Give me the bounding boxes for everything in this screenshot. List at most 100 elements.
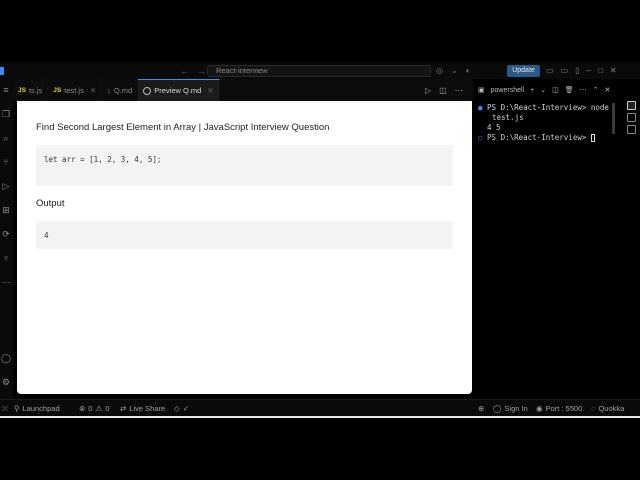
toggle-sidebar-icon[interactable]: ▯ bbox=[575, 66, 579, 75]
split-terminal-icon[interactable]: ◫ bbox=[552, 86, 559, 94]
tab-ts-js[interactable]: JS ts.js bbox=[13, 79, 49, 101]
rocket-icon: ⚲ bbox=[14, 404, 20, 413]
check-icon: ✓ bbox=[182, 404, 190, 413]
tab-q-md[interactable]: ↓ Q.md bbox=[102, 79, 139, 101]
live-share-label: Live Share bbox=[129, 404, 166, 413]
menu-icon[interactable]: ≡ bbox=[1, 85, 11, 95]
editor-actions: ▷ ◫ ⋯ bbox=[425, 79, 463, 101]
new-terminal-icon[interactable]: + bbox=[530, 87, 534, 94]
launchpad-label: Launchpad bbox=[22, 404, 60, 413]
preview-icon bbox=[143, 86, 152, 95]
update-button[interactable]: Update bbox=[507, 65, 540, 77]
chevron-up-icon[interactable]: ⌃ bbox=[593, 86, 599, 94]
problems-item[interactable]: ⊗ 0 ⚠ 0 bbox=[79, 400, 109, 417]
explorer-icon[interactable]: ❐ bbox=[1, 109, 11, 119]
app-logo bbox=[0, 62, 6, 79]
extensions-icon[interactable]: ⊞ bbox=[1, 205, 11, 215]
editor-tab-bar: JS ts.js JS test.js ✕ ↓ Q.md Preview Q.m… bbox=[13, 79, 473, 101]
close-icon[interactable]: ✕ bbox=[207, 86, 213, 95]
layout-controls: ▭ ▭ ▯ – □ ✕ bbox=[546, 62, 617, 79]
copilot-status-item[interactable]: ◇ ✓ bbox=[174, 400, 189, 417]
close-window-icon[interactable]: ✕ bbox=[610, 66, 617, 75]
zoom-item[interactable]: ⊕ bbox=[478, 400, 484, 417]
quokka-label: Quokka bbox=[598, 404, 625, 413]
zoom-icon: ⊕ bbox=[478, 404, 485, 413]
output-block: 4 bbox=[36, 221, 453, 249]
terminal-icon: ▣ bbox=[478, 87, 485, 94]
status-bar: ⤫ ⚲ Launchpad ⊗ 0 ⚠ 0 ⇄ Live Share ◇ ✓ ⊕… bbox=[0, 399, 640, 416]
chevron-down-icon[interactable]: ⌄ bbox=[451, 66, 458, 75]
toggle-panel-icon[interactable]: ▭ bbox=[561, 66, 569, 75]
tab-test-js[interactable]: JS test.js ✕ bbox=[48, 79, 103, 101]
letterbox-top bbox=[0, 0, 640, 62]
tab-preview-q-md[interactable]: Preview Q.md ✕ bbox=[138, 79, 220, 101]
terminal-instance-icon[interactable] bbox=[626, 125, 636, 134]
terminal-output[interactable]: ● PS D:\React-Interview> node test.js 4 … bbox=[478, 103, 620, 393]
warning-count: 0 bbox=[105, 404, 110, 413]
forward-arrow-icon[interactable]: → bbox=[197, 66, 206, 76]
accounts-icon[interactable]: ◐ bbox=[466, 66, 471, 75]
terminal-scrollbar[interactable] bbox=[612, 103, 615, 134]
error-icon: ⊗ bbox=[79, 404, 86, 413]
warning-icon: ⚠ bbox=[95, 404, 103, 413]
launchpad-item[interactable]: ⚲ Launchpad bbox=[14, 400, 60, 417]
terminal-list bbox=[622, 101, 640, 141]
port-label: Port : 5500 bbox=[545, 404, 583, 413]
code-block: let arr = [1, 2, 3, 4, 5]; bbox=[36, 145, 453, 186]
chevron-down-icon[interactable]: ⌄ bbox=[540, 86, 546, 94]
remote-indicator[interactable]: ⤫ bbox=[2, 400, 8, 417]
terminal-shell-name[interactable]: powershell bbox=[491, 87, 524, 94]
more-icon[interactable]: ⋯ bbox=[1, 277, 11, 287]
live-share-item[interactable]: ⇄ Live Share bbox=[120, 400, 165, 417]
tab-label: test.js bbox=[64, 85, 84, 95]
account-icon[interactable]: ◯ bbox=[1, 353, 11, 363]
live-share-icon: ⇄ bbox=[120, 404, 127, 413]
minimize-icon[interactable]: – bbox=[587, 66, 591, 75]
titlebar-icons: ◎ ⌄ ◐ bbox=[436, 62, 471, 79]
more-actions-icon[interactable]: ⋯ bbox=[455, 86, 463, 95]
trash-icon[interactable]: 🗑 bbox=[565, 86, 574, 94]
title-bar: ← → React-interview ◎ ⌄ ◐ Update ▭ ▭ ▯ –… bbox=[0, 62, 640, 79]
error-count: 0 bbox=[88, 404, 93, 413]
account-icon: ◯ bbox=[493, 404, 502, 413]
maximize-icon[interactable]: □ bbox=[598, 66, 603, 75]
remote-icon: ⤫ bbox=[2, 403, 8, 413]
js-file-icon: JS bbox=[18, 86, 26, 94]
preview-title: Find Second Largest Element in Array | J… bbox=[36, 122, 330, 133]
run-debug-icon[interactable]: ▷ bbox=[1, 181, 11, 191]
copilot-icon[interactable]: ◎ bbox=[436, 66, 443, 75]
close-icon[interactable]: ✕ bbox=[90, 86, 96, 95]
terminal-instance-icon[interactable] bbox=[626, 101, 636, 110]
broadcast-icon: ◉ bbox=[536, 404, 543, 413]
tab-label: Q.md bbox=[113, 85, 133, 95]
tab-label: Preview Q.md bbox=[154, 86, 202, 95]
run-icon[interactable]: ▷ bbox=[425, 86, 431, 95]
code-text: let arr = [1, 2, 3, 4, 5]; bbox=[44, 155, 162, 164]
output-heading: Output bbox=[36, 198, 65, 209]
remote-icon[interactable]: ⟳ bbox=[1, 229, 11, 239]
quokka-item[interactable]: ◌ Quokka bbox=[591, 400, 624, 417]
letterbox-bottom bbox=[0, 418, 640, 480]
quokka-icon: ◌ bbox=[591, 404, 596, 413]
layout-icon[interactable]: ▭ bbox=[546, 66, 554, 75]
search-icon[interactable]: ⌕ bbox=[1, 133, 11, 143]
source-control-icon[interactable]: ⑂ bbox=[1, 157, 11, 167]
split-editor-icon[interactable]: ◫ bbox=[439, 86, 447, 95]
terminal-line: ● PS D:\React-Interview> node bbox=[478, 103, 609, 112]
activity-bar: ≡ ❐ ⌕ ⑂ ▷ ⊞ ⟳ ♆ ⋯ ◯ ⚙ bbox=[0, 79, 13, 399]
port-item[interactable]: ◉ Port : 5500 bbox=[536, 400, 582, 417]
back-arrow-icon[interactable]: ← bbox=[180, 66, 189, 76]
python-icon[interactable]: ♆ bbox=[1, 253, 11, 263]
more-icon[interactable]: ⋯ bbox=[580, 86, 587, 94]
tab-label: ts.js bbox=[28, 85, 43, 95]
shield-icon: ◇ bbox=[174, 404, 180, 413]
output-value: 4 bbox=[44, 231, 49, 240]
terminal-line: ○ PS D:\React-Interview> bbox=[478, 133, 620, 143]
markdown-preview: Find Second Largest Element in Array | J… bbox=[17, 101, 472, 394]
sign-in-item[interactable]: ◯ Sign In bbox=[493, 400, 528, 417]
terminal-instance-icon[interactable] bbox=[626, 113, 636, 122]
command-center-search[interactable]: React-interview bbox=[207, 65, 431, 77]
manage-gear-icon[interactable]: ⚙ bbox=[1, 377, 11, 387]
close-panel-icon[interactable]: ✕ bbox=[604, 86, 610, 94]
terminal-line: 4 5 bbox=[487, 123, 501, 132]
